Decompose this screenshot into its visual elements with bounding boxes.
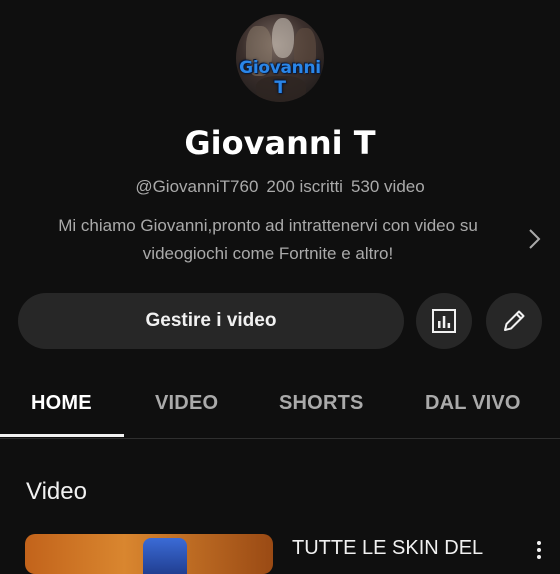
video-title[interactable]: TUTTE LE SKIN DEL (292, 537, 483, 560)
edit-channel-button[interactable] (486, 293, 542, 349)
thumbnail-art (143, 538, 187, 574)
manage-videos-button[interactable]: Gestire i video (18, 293, 404, 349)
avatar-art (272, 18, 294, 58)
section-title: Video (26, 478, 87, 505)
manage-videos-label: Gestire i video (145, 310, 277, 331)
channel-description[interactable]: Mi chiamo Giovanni,pronto ad intrattener… (26, 212, 510, 268)
tab-home[interactable]: HOME (31, 392, 92, 415)
channel-name: Giovanni T (184, 124, 376, 162)
tab-shorts[interactable]: SHORTS (279, 392, 364, 415)
video-thumbnail[interactable] (25, 534, 273, 574)
tab-live[interactable]: DAL VIVO (425, 392, 521, 415)
pencil-icon (504, 310, 525, 331)
active-tab-indicator (0, 434, 124, 437)
analytics-icon (432, 309, 456, 333)
video-count: 530 video (350, 177, 425, 196)
more-options-icon[interactable] (534, 540, 544, 560)
description-line: Mi chiamo Giovanni,pronto ad intrattener… (58, 216, 478, 235)
channel-meta: @GiovanniT760 200 iscritti 530 video (0, 177, 560, 197)
channel-tabs: HOME VIDEO SHORTS DAL VIVO (0, 370, 560, 439)
description-line: videogiochi come Fortnite e altro! (142, 244, 394, 263)
analytics-button[interactable] (416, 293, 472, 349)
chevron-right-icon[interactable] (524, 226, 544, 252)
channel-avatar[interactable]: Giovanni T (236, 14, 324, 102)
subscriber-count: 200 iscritti (266, 177, 343, 196)
channel-handle: @GiovanniT760 (135, 177, 259, 196)
avatar-logo-text: Giovanni T (239, 58, 321, 98)
tab-video[interactable]: VIDEO (155, 392, 218, 415)
